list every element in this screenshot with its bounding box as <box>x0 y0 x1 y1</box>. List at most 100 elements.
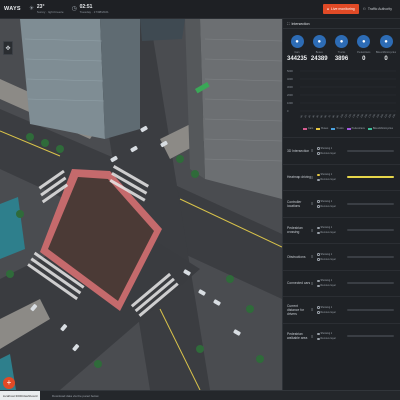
layer-row[interactable]: Controller locations ≡ Showing 1 Remove … <box>283 190 400 217</box>
radio-icon <box>317 311 320 314</box>
legend-label: Bikes/Motorcycles <box>372 127 394 130</box>
user-menu-label: Traffic Authority <box>367 7 392 11</box>
chart-ytick-label: 4000 <box>287 77 293 81</box>
layer-option-show[interactable]: Showing 1 <box>317 200 347 203</box>
legend-label: Cars <box>308 127 314 130</box>
option-label: Remove layer <box>320 204 336 208</box>
layer-options: Showing 1 Remove layer <box>317 253 347 261</box>
layer-slider[interactable] <box>347 308 394 311</box>
layer-row[interactable]: 3D Intersection ≡ Showing 1 Remove layer <box>283 137 400 164</box>
clock-icon: ◷ <box>71 6 77 12</box>
layer-list: 3D Intersection ≡ Showing 1 Remove layer… <box>283 137 400 349</box>
layer-name: Pedestrian walkable area <box>287 332 308 341</box>
legend-label: Pedestrians <box>351 127 365 130</box>
kpi-value: 3896 <box>334 56 349 62</box>
radio-icon <box>317 226 320 229</box>
layer-option-show[interactable]: Showing 1 <box>317 147 347 150</box>
layer-row[interactable]: Connected cars ≡ Showing 1 Remove layer <box>283 269 400 297</box>
time-metric: ◷ 02:51 Tuesday · 17/08/2021 <box>71 4 109 14</box>
option-label: Remove layer <box>320 178 336 182</box>
layer-options: Showing 1 Remove layer <box>317 279 347 287</box>
option-label: Remove layer <box>320 337 336 341</box>
radio-icon <box>317 200 320 203</box>
layer-row[interactable]: Obstructions ≡ Showing 1 Remove layer <box>283 243 400 270</box>
intersection-icon: ⛶ <box>287 21 290 26</box>
legend-swatch <box>367 127 372 130</box>
layer-row[interactable]: Pedestrian walkable area ≡ Showing 1 Rem… <box>283 322 400 350</box>
layer-slider[interactable] <box>347 335 394 338</box>
layer-name: Connected cars <box>287 281 311 286</box>
layer-option-remove[interactable]: Remove layer <box>317 231 347 234</box>
layer-slider[interactable] <box>347 176 394 179</box>
layer-option-remove[interactable]: Remove layer <box>317 205 347 208</box>
radio-icon <box>317 306 320 309</box>
layer-name: Heatmap driving <box>287 175 312 180</box>
layer-option-show[interactable]: Showing 1 <box>317 253 347 256</box>
layer-name: Controller locations <box>287 199 302 208</box>
layer-option-remove[interactable]: Remove layer <box>317 337 347 340</box>
add-button[interactable]: + <box>3 377 15 389</box>
sun-icon: ☀ <box>28 6 35 12</box>
car-icon: ● <box>290 35 304 48</box>
layer-option-remove[interactable]: Remove layer <box>317 178 347 181</box>
layer-slider[interactable] <box>347 149 394 152</box>
layer-slider[interactable] <box>347 202 394 205</box>
option-label: Showing 1 <box>320 199 333 203</box>
compass-icon: ✥ <box>5 45 11 52</box>
layer-option-remove[interactable]: Remove layer <box>317 258 347 261</box>
kpi-strip: ● Cars 344235 ● Buses 24389 ● Trucks 3896 ●… <box>283 29 400 62</box>
kpi-label: Trucks <box>337 51 346 54</box>
layer-slider[interactable] <box>347 282 394 285</box>
layer-slider[interactable] <box>347 255 394 258</box>
layer-option-remove[interactable]: Remove layer <box>317 311 347 314</box>
kpi-label: Bikes/Motorcycles <box>375 51 397 54</box>
live-monitoring-button[interactable]: ● Live monitoring <box>322 4 359 14</box>
layer-option-remove[interactable]: Remove layer <box>317 152 347 155</box>
legend-swatch <box>331 127 336 130</box>
layer-name: Current distance for drivers <box>287 303 305 316</box>
legend-swatch <box>346 127 351 130</box>
intersection-3d-view[interactable]: ✥ + <box>0 19 282 390</box>
kpi-value: 344235 <box>286 56 308 62</box>
live-monitoring-label: Live monitoring <box>331 7 355 11</box>
truck-icon: ● <box>335 35 348 48</box>
user-menu-button[interactable]: ⚇ Traffic Authority <box>359 4 396 14</box>
legend-item: Buses <box>316 127 328 130</box>
kpi-label: Pedestrians <box>357 51 371 54</box>
status-bar: localhost:3000/dashboard Download data v… <box>0 390 400 400</box>
layer-slider[interactable] <box>347 229 394 232</box>
layer-option-show[interactable]: Showing 1 <box>317 279 347 282</box>
hourly-traffic-chart: 5000 4000 3000 2000 1000 0 0h 1h 2h 3h 4h 5h 6h 7h 8h 9… <box>286 67 397 125</box>
plus-icon: + <box>6 378 12 387</box>
weather-metric: ☀ 23° Sunny · light breeze <box>28 4 64 14</box>
kpi-value: 24389 <box>310 56 328 62</box>
layer-option-show[interactable]: Showing 1 <box>317 173 347 176</box>
kpi-value: 0 <box>362 56 366 62</box>
layer-row[interactable]: Pedestrian crossing ≡ Showing 1 Remove l… <box>283 216 400 244</box>
user-icon: ⚇ <box>362 7 366 11</box>
option-label: Showing 1 <box>320 226 333 230</box>
layer-option-show[interactable]: Showing 1 <box>317 306 347 309</box>
chart-ytick-label: 1000 <box>287 101 293 105</box>
record-icon: ● <box>326 7 329 11</box>
scene-canvas <box>0 19 282 390</box>
status-url: localhost:3000/dashboard <box>0 391 41 400</box>
layer-row[interactable]: Heatmap driving ≡ Showing 1 Remove layer <box>283 163 400 191</box>
kpi-item: ● Trucks 3896 <box>331 35 353 62</box>
layer-slider-fill <box>347 176 394 179</box>
radio-icon <box>317 258 320 261</box>
bike-icon: ● <box>379 35 393 48</box>
option-label: Showing 1 <box>320 146 333 150</box>
layer-option-show[interactable]: Showing 1 <box>317 226 347 229</box>
radio-icon <box>317 231 320 234</box>
layer-row[interactable]: Current distance for drivers ≡ Showing 1… <box>283 296 400 323</box>
chart-xtick-label: 23h <box>392 113 397 119</box>
kpi-label: Cars <box>294 51 300 54</box>
layer-options: Showing 1 Remove layer <box>317 200 347 208</box>
date-subtext: Tuesday · 17/08/2021 <box>79 9 109 14</box>
radio-icon <box>317 284 320 287</box>
top-bar: WAYS ☀ 23° Sunny · light breeze ◷ 02:51 … <box>0 0 400 19</box>
layer-option-show[interactable]: Showing 1 <box>317 332 347 335</box>
layer-option-remove[interactable]: Remove layer <box>317 284 347 287</box>
map-navigation-control[interactable]: ✥ <box>3 41 13 55</box>
